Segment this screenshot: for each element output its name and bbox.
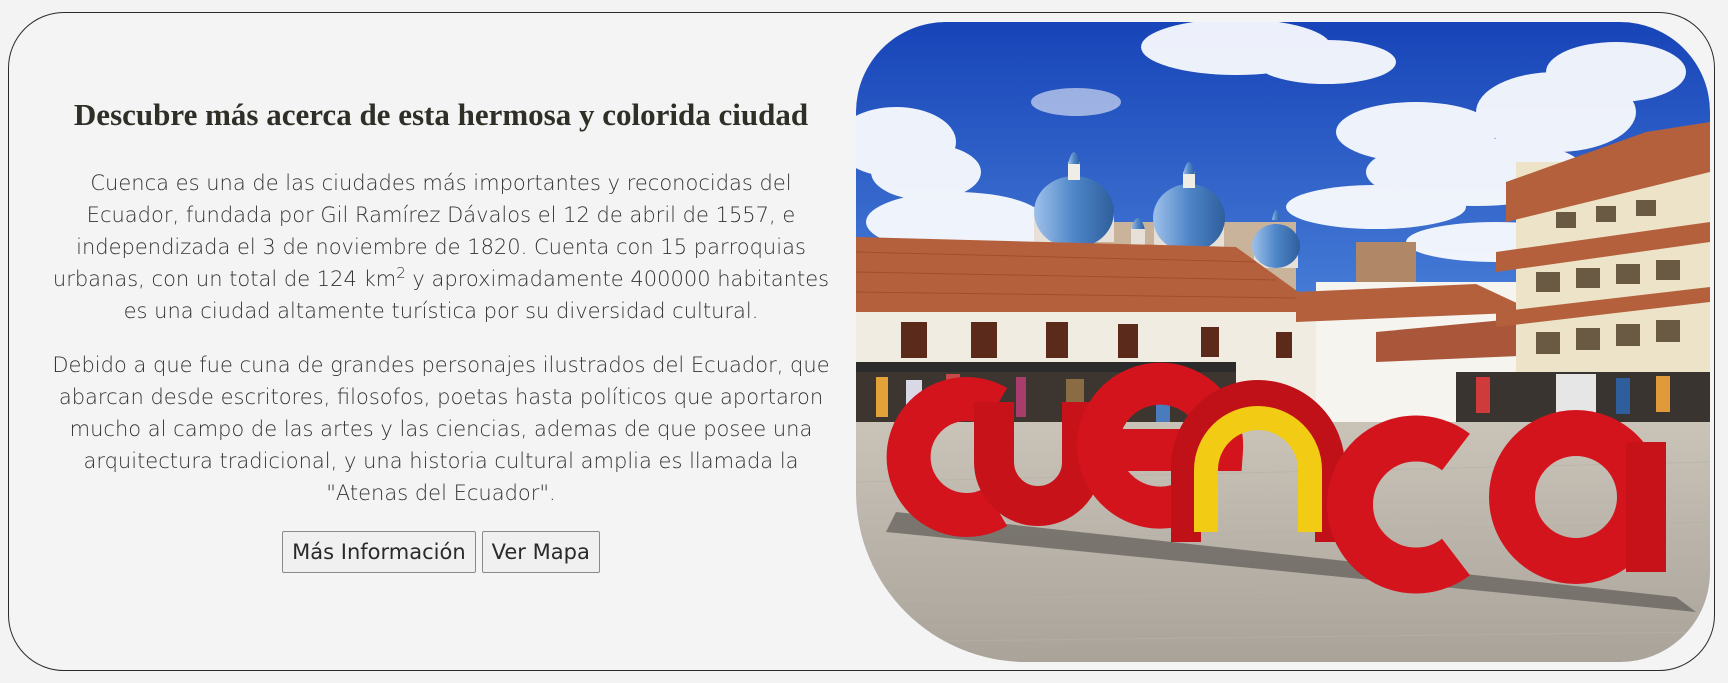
view-map-button[interactable]: Ver Mapa [481,531,600,573]
history-paragraph: Debido a que fue cuna de grandes persona… [52,353,830,505]
text-column: Descubre más acerca de esta hermosa y co… [51,95,831,573]
intro-paragraph: Cuenca es una de las ciudades más import… [51,167,831,327]
button-row: Más Información Ver Mapa [51,531,831,573]
more-info-button[interactable]: Más Información [282,531,476,573]
area-unit-superscript: 2 [396,264,406,282]
cuenca-photo-illustration [856,22,1710,662]
section-heading: Descubre más acerca de esta hermosa y co… [73,97,809,132]
cuenca-photo [856,22,1710,662]
